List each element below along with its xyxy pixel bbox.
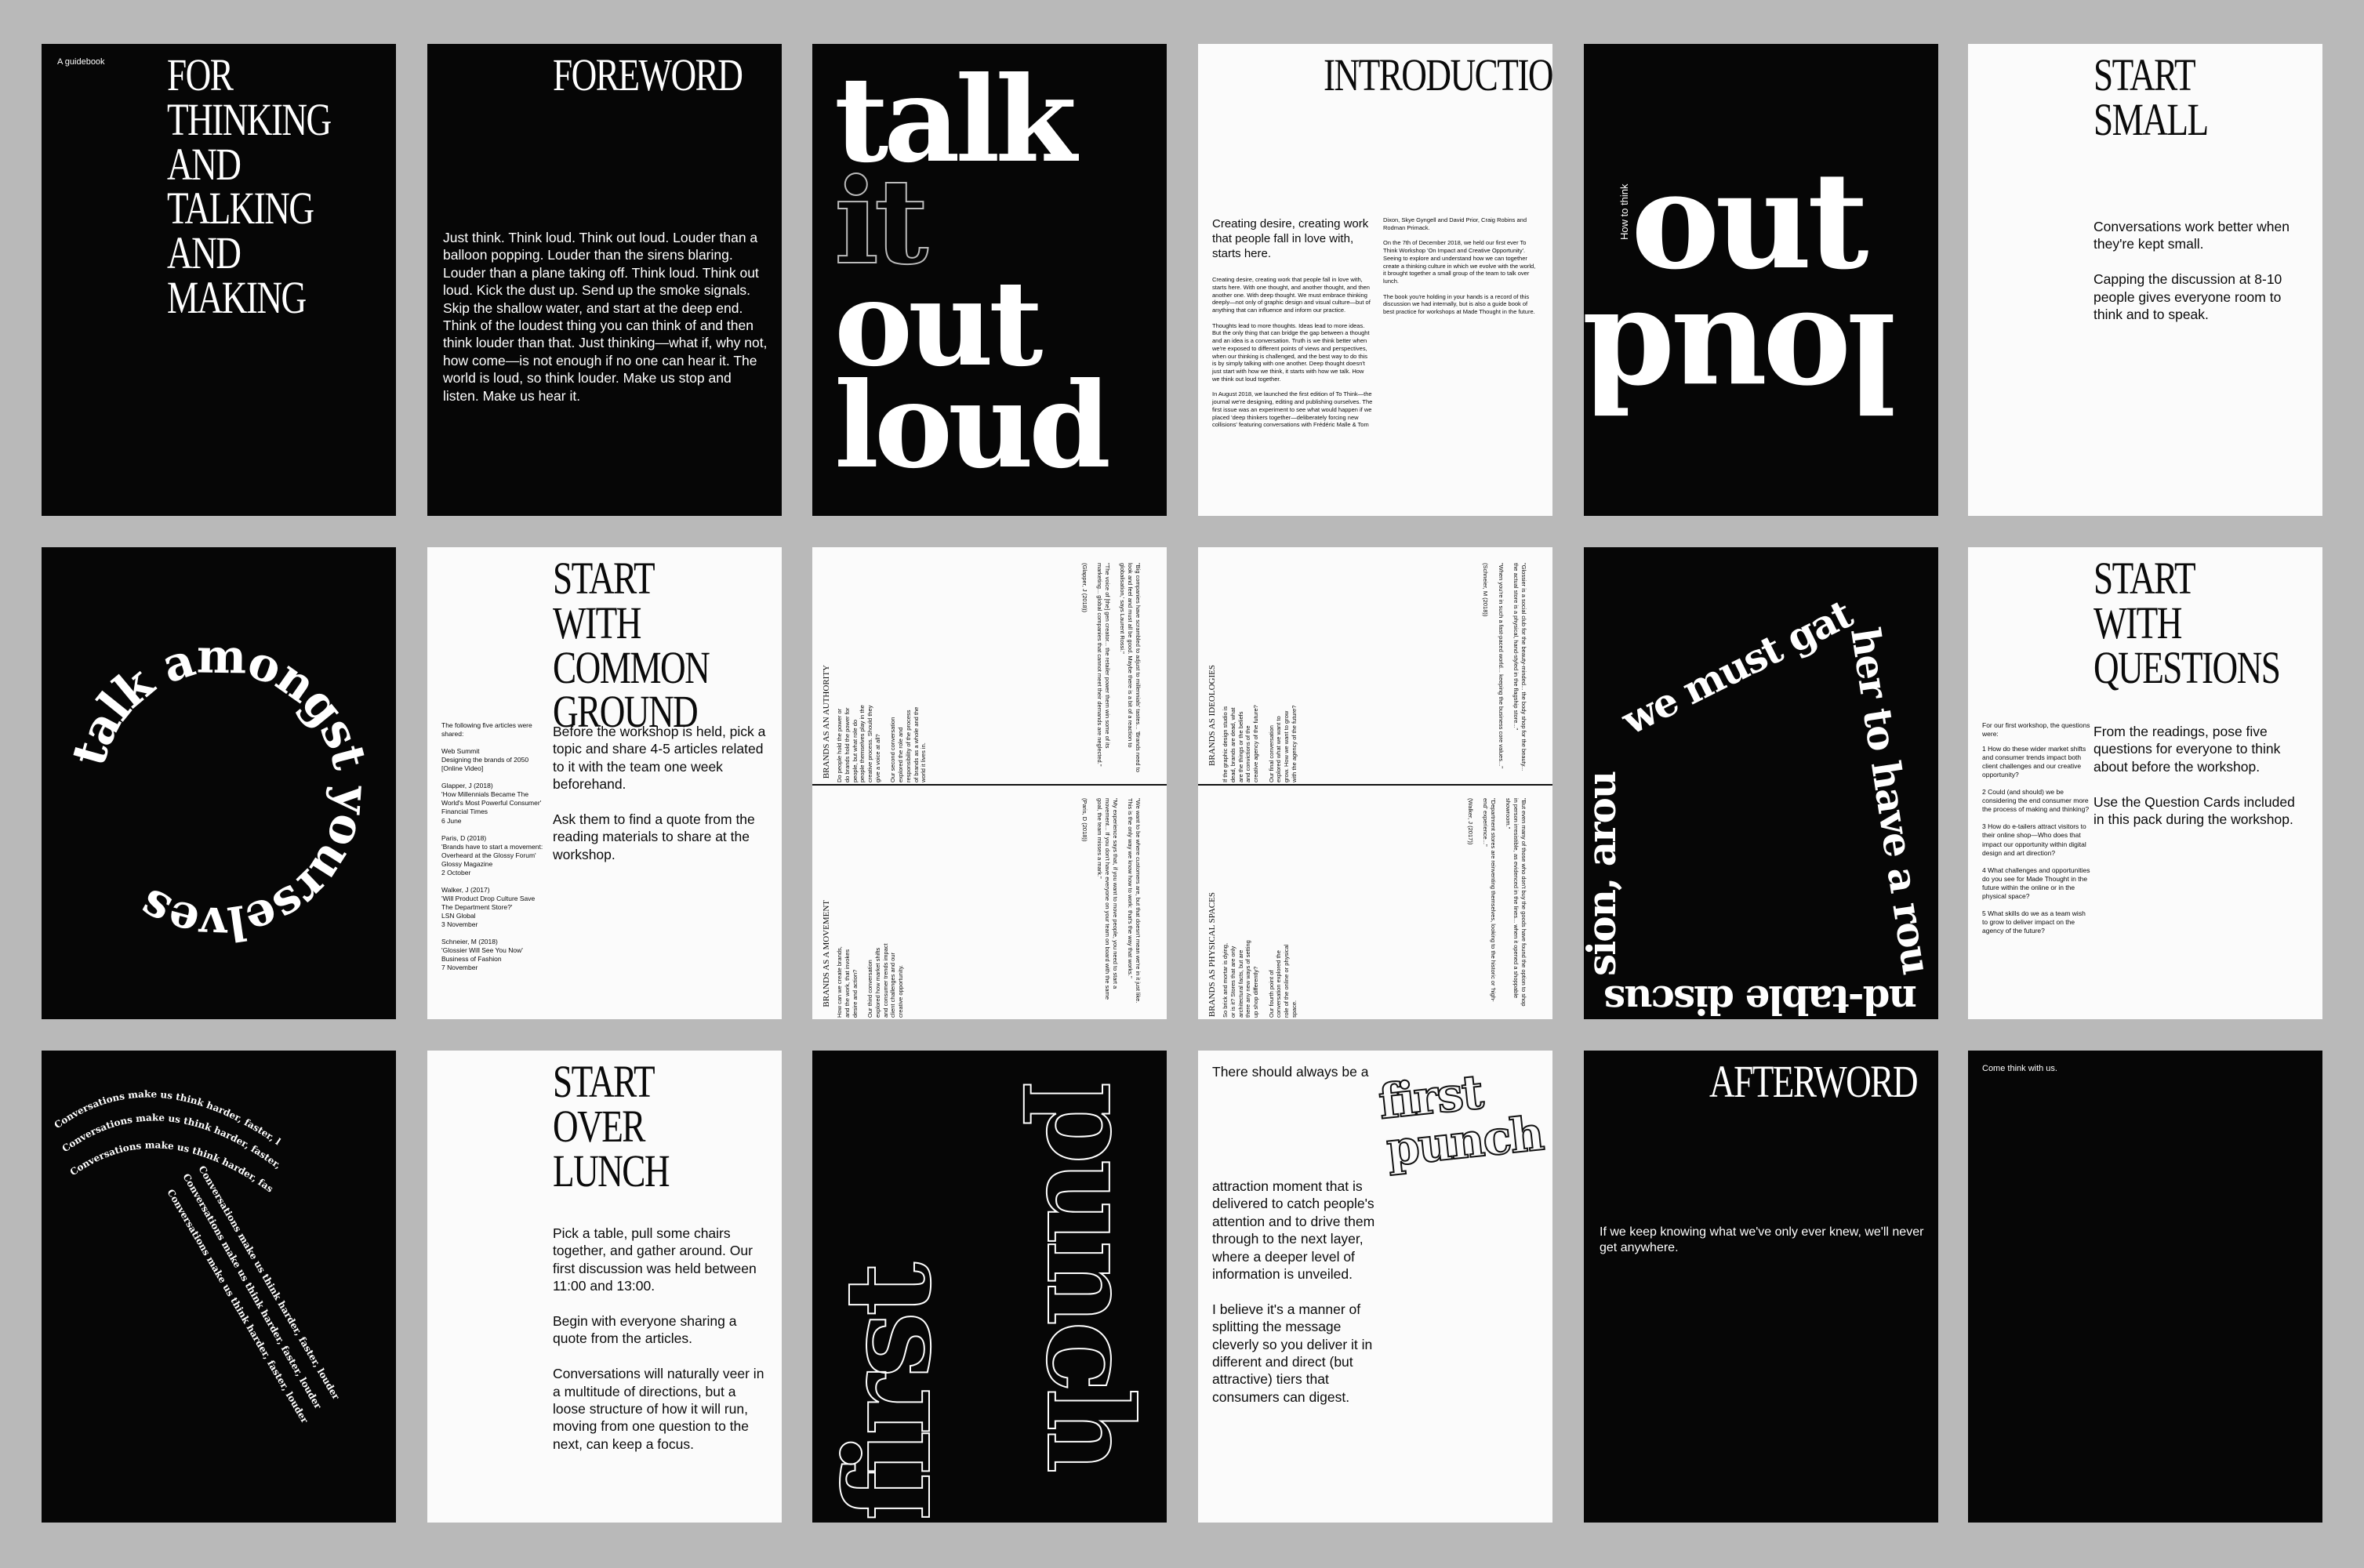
page-start-small: START SMALL Conversations work better wh… bbox=[1968, 44, 2322, 516]
movement-quote: "We want to be where customers are, but … bbox=[1080, 798, 1142, 1004]
page-common-ground: START WITH COMMON GROUND The following f… bbox=[427, 547, 782, 1019]
foreword-body: Just think. Think loud. Think out loud. … bbox=[443, 230, 768, 404]
page-first-punch-outline: first punch bbox=[812, 1051, 1167, 1523]
authority-text: Do people hold the power or do brands ho… bbox=[836, 705, 928, 782]
svg-text:talk amongst yourselves: talk amongst yourselves bbox=[61, 630, 380, 952]
movement-text: How can we create brands, and the work, … bbox=[836, 943, 904, 1018]
afterword-body: If we keep knowing what we've only ever … bbox=[1600, 1225, 1924, 1255]
how-to-think-label: How to think bbox=[1618, 183, 1630, 240]
introduction-column-2: Dixon, Skye Gyngell and David Prior, Cra… bbox=[1383, 216, 1536, 315]
start-small-title: START SMALL bbox=[2093, 49, 2209, 145]
page-brands-ideologies-spaces: BRANDS AS IDEOLOGIES BRANDS AS PHYSICAL … bbox=[1198, 547, 1552, 1019]
heading-movement: BRANDS AS A MOVEMENT bbox=[822, 900, 831, 1007]
heading-ideologies: BRANDS AS IDEOLOGIES bbox=[1207, 665, 1217, 766]
afterword-title: AFTERWORD bbox=[1709, 1056, 1919, 1107]
svg-text:Conversations make us think ha: Conversations make us think harder, fast… bbox=[42, 1051, 283, 1148]
ideologies-quote: "Glossier is a social club for the beaut… bbox=[1482, 563, 1527, 771]
introduction-title: INTRODUCTION bbox=[1324, 49, 1552, 100]
divider bbox=[812, 784, 1167, 786]
back-cover-tag: Come think with us. bbox=[1982, 1064, 2057, 1073]
physical-spaces-text: So brick and mortar is dying, or is it? … bbox=[1222, 940, 1298, 1018]
svg-text:we must gather to have a round: we must gather to have a round-table dis… bbox=[1584, 547, 1938, 1019]
page-hammer: Conversations make us think harder, fast… bbox=[42, 1051, 396, 1523]
page-first-punch: There should always be a first punch att… bbox=[1198, 1051, 1552, 1523]
questions-intro: For our first workshop, the questions we… bbox=[1982, 721, 2090, 739]
ideologies-text: If the graphic design studio is dead, br… bbox=[1222, 705, 1298, 782]
page-talk-it-out-loud: talk it out loud bbox=[812, 44, 1167, 516]
blackletter-loud: loud bbox=[834, 357, 1111, 495]
hammer-text-shape: Conversations make us think harder, fast… bbox=[42, 1051, 342, 1425]
outline-first: first bbox=[819, 1266, 958, 1522]
first-punch-body: attraction moment that is delivered to c… bbox=[1212, 1178, 1375, 1405]
blackletter-loud-inverted: loud bbox=[1586, 282, 1897, 439]
page-start-over-lunch: START OVER LUNCH Pick a table, pull some… bbox=[427, 1051, 782, 1523]
hammer-line-1: Conversations make us think harder, fast… bbox=[42, 1051, 283, 1148]
heading-physical-spaces: BRANDS AS PHYSICAL SPACES bbox=[1207, 892, 1217, 1018]
page-talk-amongst-yourselves: talk amongst yourselves bbox=[42, 547, 396, 1019]
start-small-body: Conversations work better when they're k… bbox=[2093, 219, 2290, 322]
circular-phrase: talk amongst yourselves bbox=[61, 630, 382, 952]
page-afterword: AFTERWORD If we keep knowing what we've … bbox=[1584, 1051, 1938, 1523]
lunch-title: START OVER LUNCH bbox=[553, 1056, 670, 1196]
physical-spaces-quote: "But even many of those who don't buy th… bbox=[1466, 798, 1527, 1007]
hammer-line-4: Conversations make us think harder, fast… bbox=[180, 1172, 324, 1411]
page-round-table: we must gather to have a round-table dis… bbox=[1584, 547, 1938, 1019]
page-introduction: INTRODUCTION Creating desire, creating w… bbox=[1198, 44, 1552, 516]
blackletter-out: out bbox=[1631, 143, 1869, 299]
articles-list: The following five articles were shared:… bbox=[441, 721, 543, 972]
outline-punch: punch bbox=[1019, 1081, 1159, 1469]
cover-title: FOR THINKING AND TALKING AND MAKING bbox=[167, 49, 332, 324]
circular-text: talk amongst yourselves bbox=[61, 630, 382, 952]
page-start-with-questions: START WITH QUESTIONS For our first works… bbox=[1968, 547, 2322, 1019]
introduction-column-1: Creating desire, creating work that peop… bbox=[1212, 276, 1373, 429]
spiral-text: we must gather to have a round-table dis… bbox=[1584, 547, 1938, 1019]
page-foreword: FOREWORD Just think. Think loud. Think o… bbox=[427, 44, 782, 516]
questions-body: From the readings, pose five questions f… bbox=[2093, 724, 2295, 827]
page-cover: A guidebook FOR THINKING AND TALKING AND… bbox=[42, 44, 396, 516]
page-brands-authority-movement: BRANDS AS AN AUTHORITY BRANDS AS A MOVEM… bbox=[812, 547, 1167, 1019]
questions-list: 1 How do these wider market shifts and c… bbox=[1982, 745, 2090, 935]
authority-quote: "Big companies have scrambled to adjust … bbox=[1080, 563, 1142, 772]
heading-authority: BRANDS AS AN AUTHORITY bbox=[822, 665, 831, 779]
foreword-title: FOREWORD bbox=[553, 49, 743, 100]
first-punch-word-2: punch bbox=[1383, 1105, 1546, 1178]
cover-tag: A guidebook bbox=[57, 57, 105, 67]
first-punch-intro: There should always be a bbox=[1212, 1064, 1369, 1080]
common-ground-title: START WITH COMMON GROUND bbox=[553, 553, 710, 738]
page-how-to-think: How to think out loud bbox=[1584, 44, 1938, 516]
page-back-cover: Come think with us. bbox=[1968, 1051, 2322, 1523]
round-table-phrase: we must gather to have a round-table dis… bbox=[1584, 547, 1938, 1019]
lunch-body: Pick a table, pull some chairs together,… bbox=[553, 1225, 764, 1452]
divider bbox=[1198, 784, 1552, 786]
svg-text:Conversations make us think ha: Conversations make us think harder, fast… bbox=[180, 1172, 324, 1411]
introduction-lead: Creating desire, creating work that peop… bbox=[1212, 217, 1369, 261]
questions-title: START WITH QUESTIONS bbox=[2093, 553, 2281, 693]
common-ground-body: Before the workshop is held, pick a topi… bbox=[553, 724, 766, 862]
